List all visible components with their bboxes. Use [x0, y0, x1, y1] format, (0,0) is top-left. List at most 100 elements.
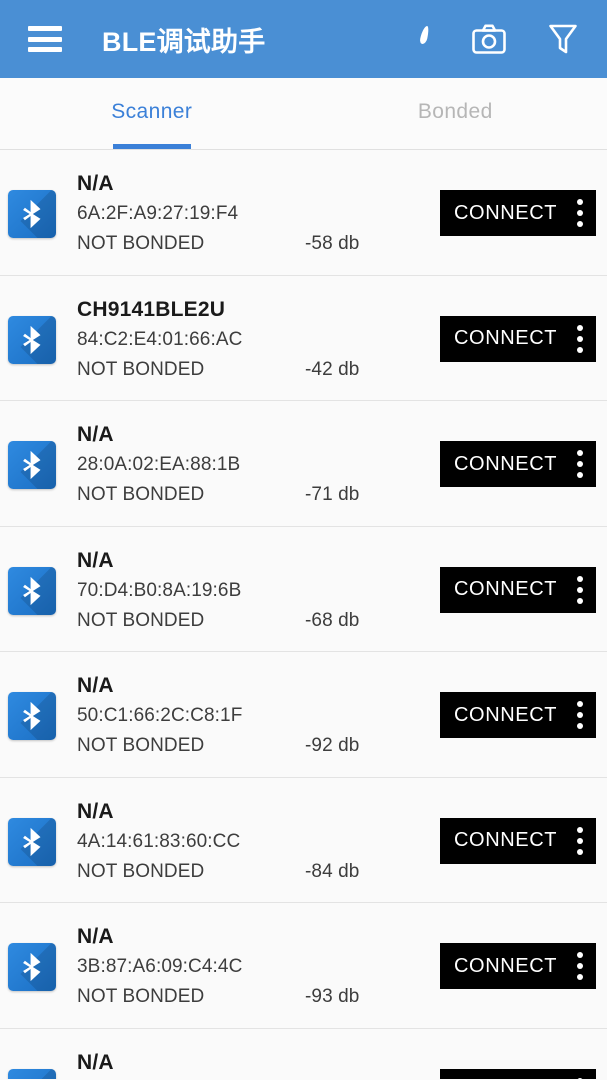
device-actions: CONNECT [440, 943, 596, 989]
device-row[interactable]: N/A 28:0A:02:EA:88:1B NOT BONDED -71 db … [0, 401, 607, 527]
camera-icon[interactable] [469, 19, 509, 59]
tab-bar: Scanner Bonded [0, 78, 607, 150]
device-rssi: -84 db [305, 860, 360, 882]
tab-bonded[interactable]: Bonded [304, 78, 607, 149]
device-actions: CONNECT [440, 441, 596, 487]
tab-scanner[interactable]: Scanner [0, 78, 304, 149]
connect-button-label: CONNECT [454, 201, 558, 224]
device-row[interactable]: N/A 4A:14:61:83:60:CC NOT BONDED -84 db … [0, 777, 607, 903]
hamburger-bar [28, 26, 62, 31]
kebab-menu-icon[interactable] [577, 701, 583, 729]
device-meta: NOT BONDED -84 db [77, 857, 440, 887]
kebab-menu-icon[interactable] [577, 575, 583, 604]
device-rssi: -42 db [305, 358, 360, 380]
kebab-menu-icon[interactable] [577, 199, 583, 227]
kebab-menu-icon[interactable] [577, 1077, 583, 1079]
hamburger-menu-icon[interactable] [28, 26, 62, 52]
filter-icon[interactable] [543, 19, 583, 59]
connect-button[interactable]: CONNECT [440, 1068, 596, 1079]
bluetooth-icon [8, 441, 56, 489]
device-row[interactable]: N/A 3B:87:A6:09:C4:4C NOT BONDED -93 db … [0, 903, 607, 1029]
bluetooth-icon [8, 190, 56, 238]
device-name: N/A [77, 925, 114, 948]
connect-button[interactable]: CONNECT [440, 441, 596, 487]
comma-mark-icon [419, 26, 429, 52]
app-title: BLE调试助手 [102, 26, 266, 57]
device-bond-status: NOT BONDED [77, 735, 205, 756]
device-actions: CONNECT [440, 566, 596, 613]
device-name: N/A [77, 423, 114, 446]
device-bond-status: NOT BONDED [77, 860, 205, 882]
bluetooth-icon [8, 943, 56, 991]
tab-scanner-label: Scanner [111, 99, 193, 123]
device-row[interactable]: N/A 70:D4:B0:8A:19:6B NOT BONDED -68 db … [0, 526, 607, 652]
connect-button[interactable]: CONNECT [440, 692, 596, 738]
device-address: 50:C1:66:2C:C8:1F [77, 705, 243, 726]
device-info: N/A [77, 1047, 440, 1078]
device-name: N/A [77, 172, 114, 195]
device-name: N/A [77, 799, 114, 823]
device-bond-status: NOT BONDED [77, 358, 205, 380]
device-name: N/A [77, 548, 114, 572]
device-actions: CONNECT [440, 190, 596, 236]
device-rssi: -58 db [305, 233, 360, 254]
kebab-menu-icon[interactable] [577, 450, 583, 478]
connect-button-label: CONNECT [454, 954, 558, 977]
connect-button-label: CONNECT [454, 829, 558, 851]
device-info: N/A 3B:87:A6:09:C4:4C NOT BONDED -93 db [77, 921, 440, 1012]
device-name: N/A [77, 674, 114, 697]
device-address: 3B:87:A6:09:C4:4C [77, 956, 243, 977]
device-rssi: -68 db [305, 609, 360, 631]
connect-button[interactable]: CONNECT [440, 190, 596, 236]
connect-button[interactable]: CONNECT [440, 315, 596, 362]
connect-button-label: CONNECT [454, 452, 558, 475]
hamburger-bar [28, 47, 62, 52]
device-meta: NOT BONDED -58 db [77, 229, 440, 259]
connect-button-label: CONNECT [454, 578, 558, 600]
device-meta: NOT BONDED -71 db [77, 480, 440, 510]
device-row[interactable]: CH9141BLE2U 84:C2:E4:01:66:AC NOT BONDED… [0, 275, 607, 401]
device-meta: NOT BONDED -42 db [77, 355, 440, 385]
device-bond-status: NOT BONDED [77, 986, 205, 1007]
device-rssi: -71 db [305, 484, 360, 505]
bluetooth-icon [8, 566, 56, 615]
device-actions: CONNECT [440, 817, 596, 864]
device-address: 70:D4:B0:8A:19:6B [77, 579, 242, 601]
app-bar: BLE调试助手 [0, 0, 607, 78]
device-address: 84:C2:E4:01:66:AC [77, 328, 243, 350]
connect-button[interactable]: CONNECT [440, 817, 596, 864]
device-info: N/A 28:0A:02:EA:88:1B NOT BONDED -71 db [77, 419, 440, 510]
device-info: CH9141BLE2U 84:C2:E4:01:66:AC NOT BONDED… [77, 294, 440, 385]
device-bond-status: NOT BONDED [77, 609, 205, 631]
device-row[interactable]: N/A CONNECT [0, 1028, 607, 1079]
device-address: 28:0A:02:EA:88:1B [77, 454, 241, 475]
device-actions: CONNECT [440, 692, 596, 738]
kebab-menu-icon[interactable] [577, 826, 583, 855]
device-info: N/A 6A:2F:A9:27:19:F4 NOT BONDED -58 db [77, 168, 440, 259]
kebab-menu-icon[interactable] [577, 952, 583, 980]
kebab-menu-icon[interactable] [577, 324, 583, 353]
device-address: 6A:2F:A9:27:19:F4 [77, 203, 239, 224]
device-info: N/A 4A:14:61:83:60:CC NOT BONDED -84 db [77, 796, 440, 887]
connect-button[interactable]: CONNECT [440, 943, 596, 989]
device-name: N/A [77, 1050, 114, 1074]
device-row[interactable]: N/A 6A:2F:A9:27:19:F4 NOT BONDED -58 db … [0, 150, 607, 276]
bluetooth-icon [8, 315, 56, 364]
device-name: CH9141BLE2U [77, 297, 226, 321]
device-actions: CONNECT [440, 1068, 596, 1079]
device-list[interactable]: N/A 6A:2F:A9:27:19:F4 NOT BONDED -58 db … [0, 150, 607, 1079]
app-bar-actions [419, 19, 589, 59]
bluetooth-icon [8, 1068, 56, 1079]
device-meta: NOT BONDED -68 db [77, 606, 440, 636]
device-rssi: -92 db [305, 735, 360, 756]
connect-button-label: CONNECT [454, 703, 558, 726]
bluetooth-icon [8, 692, 56, 740]
bluetooth-icon [8, 817, 56, 866]
tab-bonded-label: Bonded [417, 99, 493, 123]
connect-button-label: CONNECT [454, 327, 558, 349]
device-row[interactable]: N/A 50:C1:66:2C:C8:1F NOT BONDED -92 db … [0, 652, 607, 778]
connect-button[interactable]: CONNECT [440, 566, 596, 613]
device-bond-status: NOT BONDED [77, 484, 205, 505]
device-actions: CONNECT [440, 315, 596, 362]
device-info: N/A 70:D4:B0:8A:19:6B NOT BONDED -68 db [77, 545, 440, 636]
